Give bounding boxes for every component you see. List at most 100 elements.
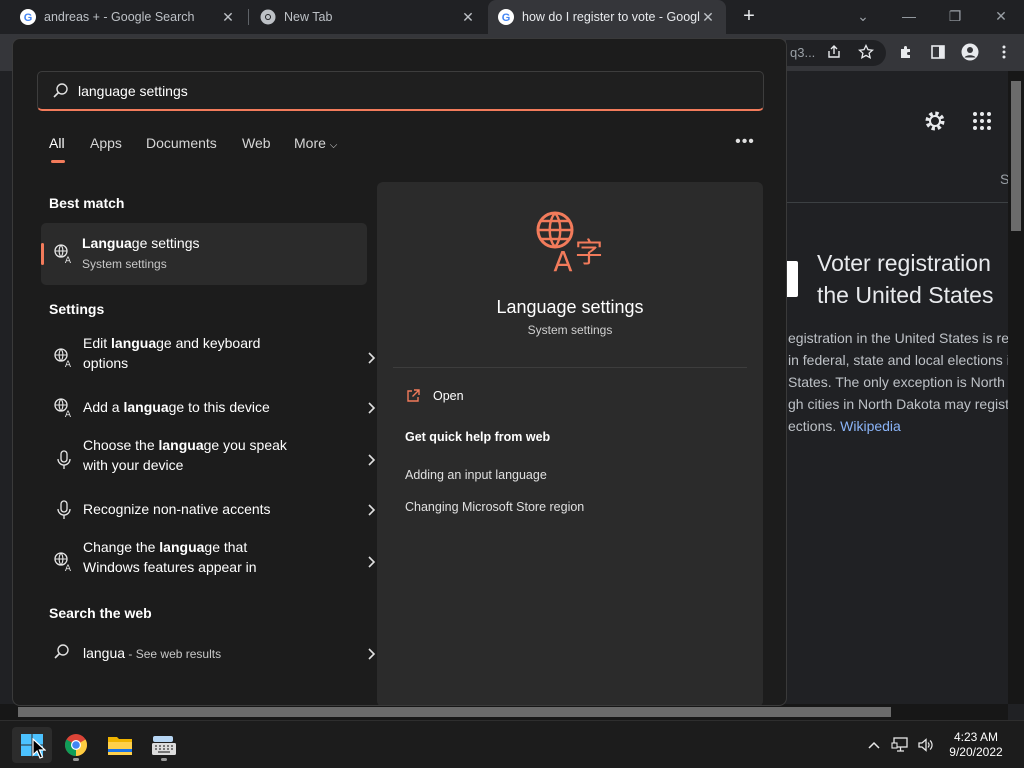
tab-search-icon[interactable]: ⌄ bbox=[840, 3, 886, 29]
preview-pane: A 字 Language settings System settings Op… bbox=[377, 182, 763, 705]
tab-separator bbox=[248, 9, 249, 25]
minimize-icon[interactable]: — bbox=[886, 3, 932, 29]
best-match-title-bold: Langua bbox=[82, 235, 132, 251]
volume-icon[interactable] bbox=[916, 735, 936, 755]
setting-title-pre: Change the bbox=[83, 539, 160, 555]
settings-result-choose-language[interactable]: Choose the language you speak with your d… bbox=[41, 435, 376, 485]
search-box[interactable] bbox=[37, 71, 764, 111]
close-tab-icon[interactable]: ✕ bbox=[700, 9, 716, 25]
best-match-title-rest: ge settings bbox=[131, 235, 200, 251]
vertical-scrollbar[interactable] bbox=[1008, 71, 1024, 704]
browser-tab-strip: G andreas + - Google Search ✕ New Tab ✕ … bbox=[0, 0, 1024, 34]
tab-more[interactable]: More ⌵ bbox=[294, 135, 337, 151]
ellipsis-icon[interactable]: ••• bbox=[733, 133, 757, 153]
setting-title-pre: Edit bbox=[83, 335, 112, 351]
extensions-icon[interactable] bbox=[896, 42, 916, 62]
setting-title: Edit language and keyboard options bbox=[83, 333, 260, 373]
google-g-icon: G bbox=[20, 9, 36, 25]
new-tab-button[interactable]: + bbox=[738, 5, 760, 27]
profile-avatar-icon[interactable] bbox=[960, 42, 980, 62]
scrollbar-thumb[interactable] bbox=[18, 707, 891, 717]
chrome-menu-icon[interactable] bbox=[994, 42, 1014, 62]
tab-register-vote[interactable]: G how do I register to vote - Google Sea… bbox=[488, 0, 726, 34]
setting-title: Recognize non-native accents bbox=[83, 499, 271, 519]
knowledge-panel-title-line: the United States bbox=[817, 282, 994, 308]
chevron-right-icon bbox=[365, 555, 377, 569]
selection-accent bbox=[41, 243, 44, 265]
on-screen-keyboard-button[interactable] bbox=[144, 727, 184, 763]
google-g-icon: G bbox=[498, 9, 514, 25]
tab-new-tab[interactable]: New Tab ✕ bbox=[250, 0, 486, 34]
tab-web[interactable]: Web bbox=[242, 135, 271, 151]
file-explorer-icon bbox=[108, 737, 132, 755]
windows-search-panel: All Apps Documents Web More ⌵ ••• Best m… bbox=[12, 38, 787, 706]
horizontal-scrollbar[interactable] bbox=[0, 704, 1008, 720]
chevron-right-icon bbox=[365, 647, 377, 661]
setting-title: Choose the language you speak with your d… bbox=[83, 435, 287, 475]
settings-result-edit-language[interactable]: A Edit language and keyboard options bbox=[41, 333, 376, 383]
divider bbox=[786, 202, 1008, 203]
quick-help-title: Get quick help from web bbox=[405, 430, 551, 444]
setting-title-line2: options bbox=[83, 355, 129, 371]
mouse-cursor-icon bbox=[32, 737, 47, 760]
svg-text:A: A bbox=[65, 564, 72, 573]
side-panel-icon[interactable] bbox=[928, 42, 948, 62]
svg-text:字: 字 bbox=[575, 236, 603, 269]
setting-title-bold: langua bbox=[123, 399, 169, 415]
setting-title-pre: Choose the bbox=[83, 437, 159, 453]
help-link-store-region[interactable]: Changing Microsoft Store region bbox=[405, 500, 584, 514]
help-link-input-language[interactable]: Adding an input language bbox=[405, 468, 547, 482]
running-indicator bbox=[161, 758, 167, 761]
restore-icon[interactable]: ❐ bbox=[932, 3, 978, 29]
tab-documents[interactable]: Documents bbox=[146, 135, 217, 151]
knowledge-panel-title-line: Voter registration bbox=[817, 250, 991, 276]
description-line: gh cities in North Dakota may registe bbox=[788, 396, 1008, 412]
omnibox-text: q3... bbox=[790, 45, 816, 60]
chrome-icon bbox=[65, 734, 87, 756]
close-window-icon[interactable]: ✕ bbox=[978, 3, 1024, 29]
microphone-icon bbox=[53, 499, 75, 521]
tab-title: how do I register to vote - Google Searc… bbox=[522, 10, 700, 24]
svg-text:A: A bbox=[553, 245, 572, 274]
chrome-taskbar-button[interactable] bbox=[56, 727, 96, 763]
settings-result-change-language[interactable]: A Change the language that Windows featur… bbox=[41, 537, 376, 587]
close-tab-icon[interactable]: ✕ bbox=[460, 9, 476, 25]
preview-title: Language settings bbox=[496, 297, 644, 317]
close-tab-icon[interactable]: ✕ bbox=[220, 9, 236, 25]
chrome-icon bbox=[260, 9, 276, 25]
tab-apps[interactable]: Apps bbox=[90, 135, 122, 151]
knowledge-panel-description: egistration in the United States is re i… bbox=[788, 327, 1008, 437]
google-apps-icon[interactable] bbox=[970, 109, 994, 133]
svg-text:A: A bbox=[65, 360, 72, 369]
search-input[interactable] bbox=[78, 80, 738, 102]
tab-andreas-search[interactable]: G andreas + - Google Search ✕ bbox=[10, 0, 246, 34]
scrollbar-thumb[interactable] bbox=[1011, 81, 1021, 231]
network-icon[interactable] bbox=[890, 735, 910, 755]
chevron-up-icon[interactable] bbox=[864, 735, 884, 755]
bookmark-star-icon[interactable] bbox=[856, 42, 876, 62]
open-button[interactable]: Open bbox=[433, 389, 464, 403]
active-tab-indicator bbox=[51, 160, 65, 163]
chevron-right-icon bbox=[365, 401, 377, 415]
open-external-icon[interactable] bbox=[405, 388, 421, 404]
setting-title-post: ge and keyboard bbox=[156, 335, 261, 351]
wikipedia-link[interactable]: Wikipedia bbox=[840, 418, 901, 434]
gear-icon[interactable] bbox=[923, 109, 947, 133]
web-search-result[interactable]: langua - See web results bbox=[41, 637, 376, 671]
setting-title-post: ge to this device bbox=[168, 399, 270, 415]
setting-title-bold: langua bbox=[111, 335, 157, 351]
web-search-query: langua bbox=[83, 645, 126, 661]
language-icon: A bbox=[53, 397, 75, 420]
file-explorer-button[interactable] bbox=[100, 727, 140, 763]
svg-text:G: G bbox=[24, 12, 33, 24]
knowledge-panel-title: Voter registration the United States bbox=[817, 247, 993, 311]
system-clock[interactable]: 4:23 AM 9/20/2022 bbox=[936, 730, 1016, 760]
setting-title-pre: Recognize non-native accents bbox=[83, 501, 271, 517]
tab-title: New Tab bbox=[284, 10, 333, 24]
setting-title: Change the language that Windows features… bbox=[83, 537, 257, 577]
best-match-item[interactable]: A Language settings System settings bbox=[41, 223, 367, 285]
share-icon[interactable] bbox=[824, 42, 844, 62]
section-title-best-match: Best match bbox=[49, 195, 125, 211]
tab-all[interactable]: All bbox=[49, 135, 65, 151]
svg-text:A: A bbox=[65, 410, 72, 419]
